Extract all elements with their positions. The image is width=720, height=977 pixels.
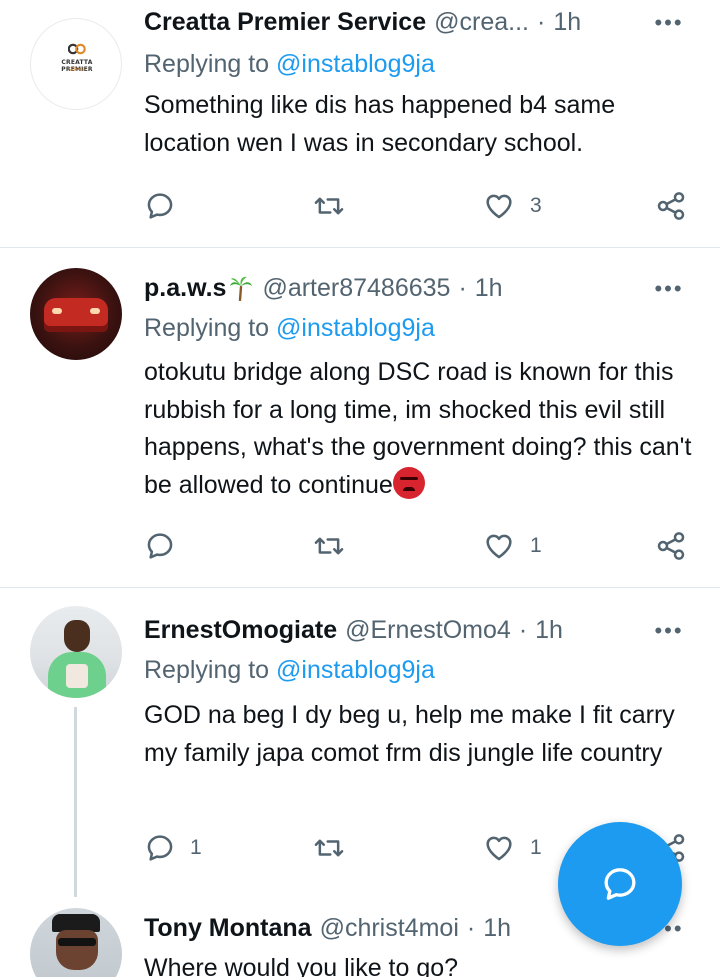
- shirt-print: [66, 664, 88, 688]
- tweet-header: ErnestOmogiate @ErnestOmo4 · 1h: [144, 612, 563, 648]
- replying-prefix: Replying to: [144, 314, 270, 342]
- avatar[interactable]: [30, 606, 122, 698]
- timestamp[interactable]: 1h: [535, 616, 563, 645]
- replying-prefix: Replying to: [144, 50, 270, 78]
- share-icon: [657, 192, 685, 220]
- timestamp[interactable]: 1h: [553, 8, 581, 37]
- timestamp[interactable]: 1h: [475, 274, 503, 303]
- timestamp[interactable]: 1h: [483, 914, 511, 943]
- tweet-header: Creatta Premier Service @crea... · 1h: [144, 4, 581, 40]
- heart-icon: [486, 534, 512, 559]
- separator-dot: ·: [466, 913, 476, 942]
- display-name[interactable]: Creatta Premier Service: [144, 8, 426, 37]
- compose-reply-button[interactable]: [558, 822, 682, 946]
- user-handle[interactable]: @ErnestOmo4: [345, 616, 511, 645]
- display-name[interactable]: p.a.w.s: [144, 274, 226, 303]
- action-bar: 1: [0, 526, 720, 566]
- tweet-text: Where would you like to go?: [144, 954, 459, 977]
- more-icon[interactable]: •••: [652, 278, 686, 304]
- tweet-header: Tony Montana @christ4moi · 1h: [144, 910, 511, 946]
- separator-dot: ·: [536, 7, 546, 36]
- person-photo-head: [64, 620, 90, 652]
- palm-tree-icon: [230, 276, 253, 301]
- retweet-button[interactable]: [312, 828, 346, 868]
- action-bar: 3: [0, 186, 720, 226]
- user-handle[interactable]: @arter87486635: [262, 274, 450, 303]
- reply-icon: [147, 193, 173, 219]
- mention-link[interactable]: @instablog9ja: [276, 314, 435, 342]
- separator-dot: ·: [458, 273, 467, 302]
- like-count: 3: [530, 194, 542, 217]
- mention-link[interactable]: @instablog9ja: [276, 656, 435, 684]
- car-photo: [44, 298, 108, 332]
- reply-button[interactable]: [144, 526, 190, 566]
- like-count: 1: [530, 836, 542, 859]
- user-handle[interactable]: @crea...: [434, 8, 529, 37]
- reply-count: 1: [190, 836, 202, 859]
- logo-subtext: SERVICE: [68, 67, 86, 72]
- tweet-2[interactable]: p.a.w.s @arter87486635 · 1h ••• Replying…: [0, 248, 720, 588]
- retweet-icon: [314, 537, 344, 555]
- share-button[interactable]: [654, 526, 688, 566]
- like-button[interactable]: 1: [482, 828, 542, 868]
- avatar[interactable]: [30, 268, 122, 360]
- compose-reply-icon: [604, 868, 636, 900]
- reply-button[interactable]: [144, 186, 190, 226]
- thread-connector: [74, 707, 77, 897]
- replying-to: Replying to @instablog9ja: [144, 656, 435, 685]
- reply-icon: [147, 533, 173, 559]
- replying-to: Replying to @instablog9ja: [144, 314, 435, 343]
- tweet-text: Something like dis has happened b4 same …: [144, 91, 616, 157]
- mention-link[interactable]: @instablog9ja: [276, 50, 435, 78]
- retweet-icon: [314, 197, 344, 215]
- angry-face-icon: [392, 466, 425, 499]
- more-icon[interactable]: •••: [652, 12, 686, 38]
- replying-prefix: Replying to: [144, 656, 270, 684]
- heart-icon: [486, 194, 512, 219]
- retweet-button[interactable]: [312, 526, 346, 566]
- like-button[interactable]: 3: [482, 186, 542, 226]
- heart-icon: [486, 836, 512, 861]
- like-count: 1: [530, 534, 542, 557]
- retweet-button[interactable]: [312, 186, 346, 226]
- person-photo-face: [56, 930, 98, 970]
- reply-button[interactable]: 1: [144, 828, 202, 868]
- retweet-icon: [314, 839, 344, 857]
- tweet-header: p.a.w.s @arter87486635 · 1h: [144, 270, 503, 306]
- tweet-text: GOD na beg I dy beg u, help me make I fi…: [144, 701, 675, 767]
- display-name[interactable]: Tony Montana: [144, 914, 312, 943]
- user-handle[interactable]: @christ4moi: [320, 914, 459, 943]
- separator-dot: ·: [518, 615, 528, 644]
- more-icon[interactable]: •••: [652, 620, 686, 646]
- display-name[interactable]: ErnestOmogiate: [144, 616, 337, 645]
- brand-logo-icon: [68, 43, 86, 55]
- replying-to: Replying to @instablog9ja: [144, 50, 435, 79]
- share-button[interactable]: [654, 186, 688, 226]
- person-photo-shades: [58, 938, 96, 946]
- tweet-text: otokutu bridge along DSC road is known f…: [144, 354, 699, 504]
- share-icon: [657, 532, 685, 560]
- avatar[interactable]: CREATTA PREMIER SERVICE: [30, 18, 122, 110]
- reply-icon: [147, 835, 173, 861]
- like-button[interactable]: 1: [482, 526, 542, 566]
- tweet-1[interactable]: CREATTA PREMIER SERVICE Creatta Premier …: [0, 0, 720, 248]
- avatar[interactable]: [30, 908, 122, 977]
